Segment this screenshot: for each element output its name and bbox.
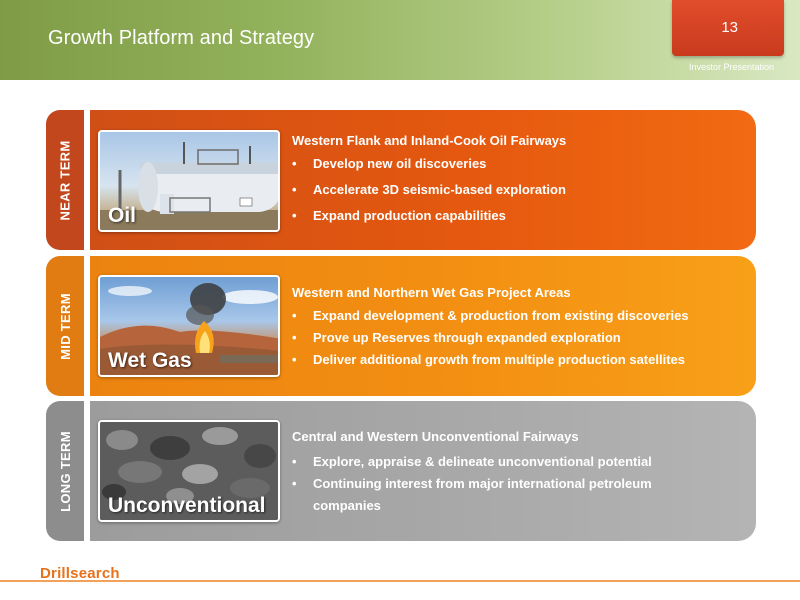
page-number-box: 13 — [672, 0, 784, 56]
page-title: Growth Platform and Strategy — [48, 27, 315, 49]
mid-term-bullet: • Deliver additional growth from multiple… — [292, 352, 685, 367]
long-term-bullets: • Explore, appraise & delineate unconvent… — [292, 451, 702, 517]
near-term-label: NEAR TERM — [57, 140, 73, 220]
long-term-heading: Central and Western Unconventional Fairw… — [292, 429, 579, 444]
page-number: 13 — [721, 19, 738, 36]
mid-term-heading: Western and Northern Wet Gas Project Are… — [292, 285, 571, 300]
wet-gas-caption: Wet Gas — [108, 349, 192, 372]
long-term-text: Central and Western Unconventional Fairw… — [292, 429, 702, 517]
header-band: Growth Platform and Strategy 13 Investor… — [0, 0, 800, 80]
unconventional-caption: Unconventional — [108, 494, 266, 517]
near-term-bullet: • Expand production capabilities — [292, 208, 506, 223]
oil-caption: Oil — [108, 204, 137, 227]
footer-divider — [0, 580, 800, 582]
near-term-bullet: • Develop new oil discoveries — [292, 156, 487, 171]
near-term-heading: Western Flank and Inland-Cook Oil Fairwa… — [292, 133, 567, 148]
near-term-bullet: • Accelerate 3D seismic-based exploration — [292, 182, 566, 197]
mid-term-bullet: • Prove up Reserves through expanded expl… — [292, 330, 621, 345]
near-term-bullets: • Develop new oil discoveries • Accelerate… — [292, 153, 566, 227]
mid-term-text: Western and Northern Wet Gas Project Are… — [292, 285, 689, 371]
near-term-row: NEAR TERM Oil Western Flank and Inland-C… — [46, 110, 756, 250]
near-term-text: Western Flank and Inland-Cook Oil Fairwa… — [292, 133, 566, 227]
mid-term-row: MID TERM Wet Gas Western and Northern We… — [46, 256, 756, 396]
oil-tanks-image: Oil — [98, 130, 280, 232]
mid-term-bullets: • Expand development & production from ex… — [292, 305, 689, 371]
long-term-row: LONG TERM Unconventional Central and Wes… — [46, 401, 756, 541]
gas-flare-image: Wet Gas — [98, 275, 280, 377]
presentation-subtitle: Investor Presentation — [688, 62, 774, 72]
mid-term-bullet: • Expand development & production from ex… — [292, 308, 689, 323]
long-term-bullet: • Continuing interest from major internat… — [292, 476, 652, 513]
mid-term-label: MID TERM — [57, 292, 73, 360]
long-term-label: LONG TERM — [57, 430, 73, 512]
rock-core-image: Unconventional — [98, 420, 280, 522]
long-term-bullet: • Explore, appraise & delineate unconvent… — [292, 454, 652, 469]
